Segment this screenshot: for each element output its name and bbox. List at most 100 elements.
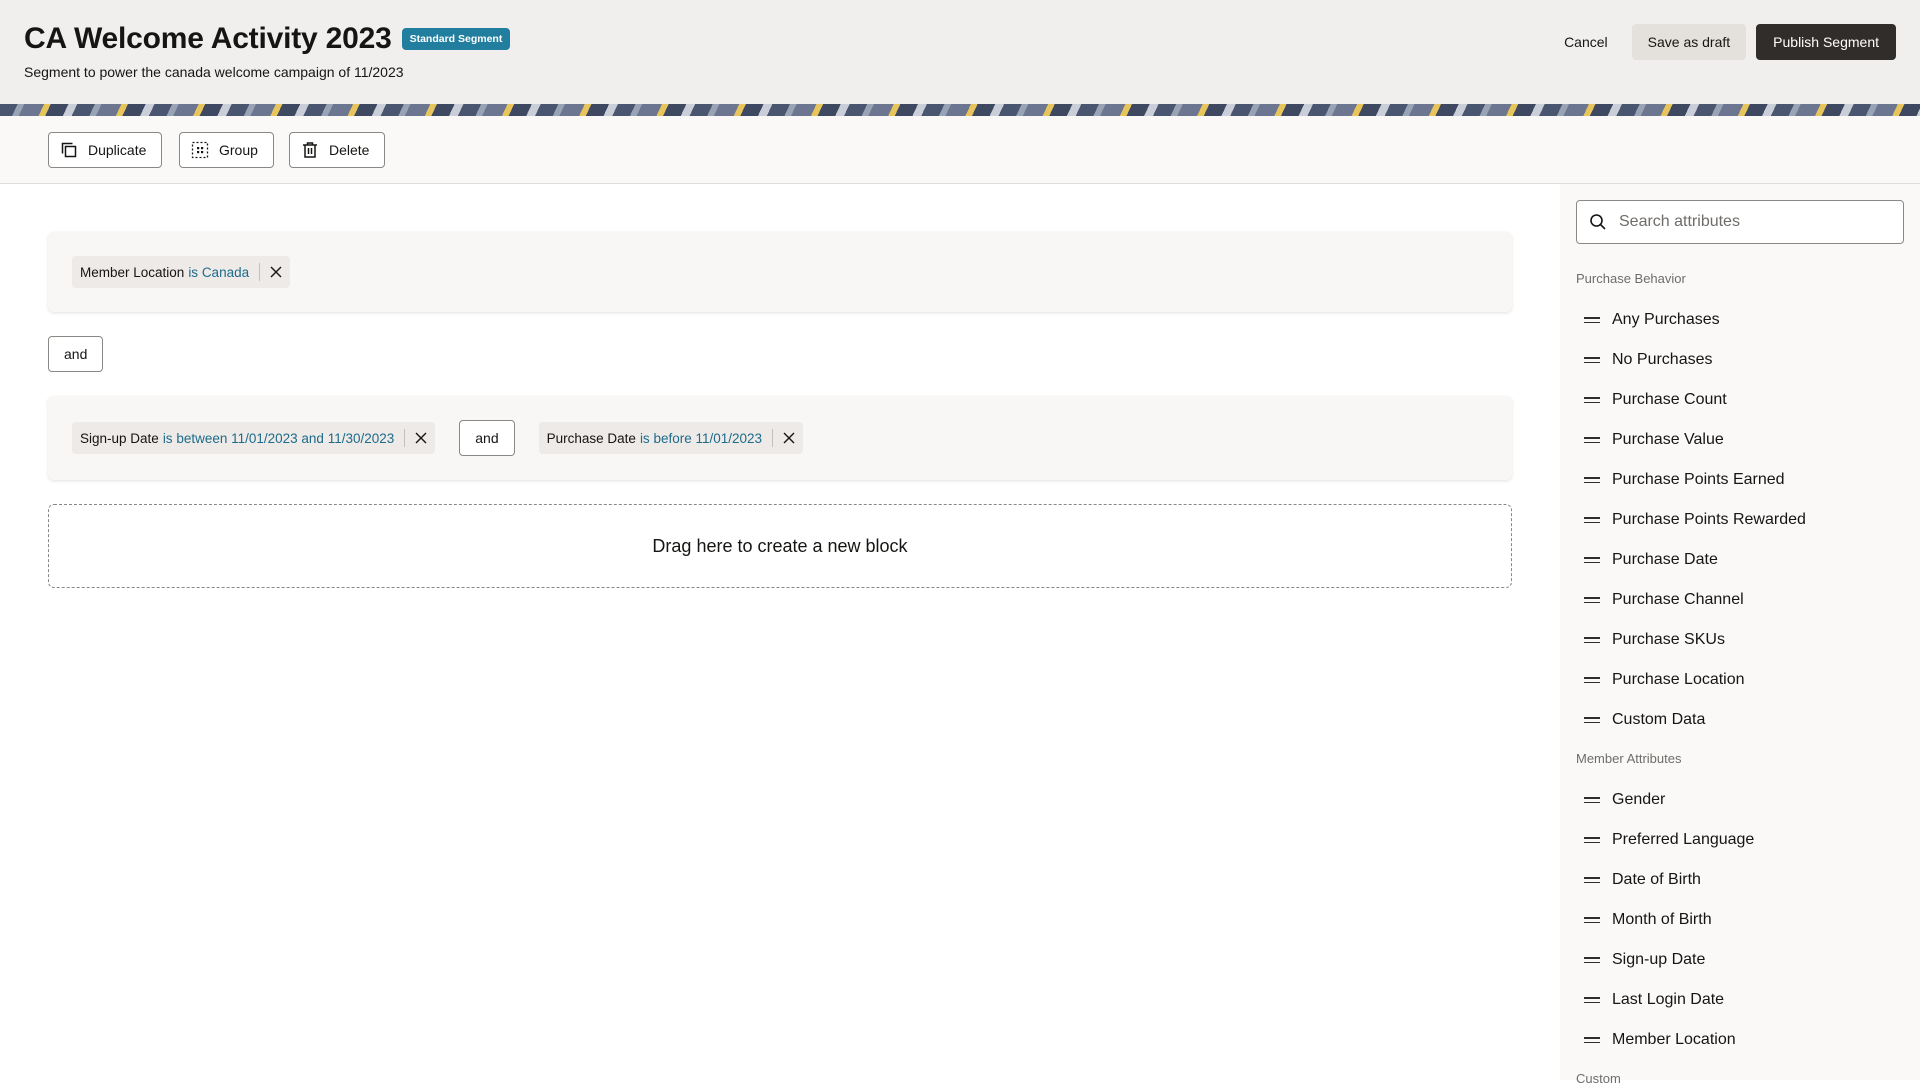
drag-handle-icon[interactable] [1584, 996, 1600, 1004]
attribute-label: Month of Birth [1612, 911, 1712, 928]
drag-handle-icon[interactable] [1584, 916, 1600, 924]
chip-condition[interactable]: is before 11/01/2023 [640, 431, 762, 446]
attribute-label: Purchase Value [1612, 431, 1724, 448]
attribute-label: Purchase Count [1612, 391, 1727, 408]
attribute-label: Purchase Location [1612, 671, 1745, 688]
drag-handle-icon[interactable] [1584, 716, 1600, 724]
attribute-label: Purchase Channel [1612, 591, 1744, 608]
attribute-label: Custom Data [1612, 711, 1706, 728]
chip-condition[interactable]: is between 11/01/2023 and 11/30/2023 [163, 431, 394, 446]
section-title-member-attributes: Member Attributes [1576, 751, 1682, 766]
attribute-label: Purchase Points Earned [1612, 471, 1785, 488]
attribute-item[interactable]: Date of Birth [1584, 860, 1701, 900]
condition-block[interactable]: Sign-up Date is between 11/01/2023 and 1… [48, 396, 1512, 480]
duplicate-button[interactable]: Duplicate [48, 132, 163, 168]
attribute-item[interactable]: Purchase Date [1584, 540, 1718, 580]
attribute-item[interactable]: Purchase Value [1584, 420, 1724, 460]
drag-handle-icon[interactable] [1584, 516, 1600, 524]
attribute-label: Date of Birth [1612, 871, 1701, 888]
attribute-item[interactable]: Custom Data [1584, 700, 1705, 740]
attribute-item[interactable]: Sign-up Date [1584, 940, 1705, 980]
attribute-item[interactable]: Member Location [1584, 1020, 1736, 1060]
section-title-purchase-behavior: Purchase Behavior [1576, 271, 1686, 286]
block-operator-button[interactable]: and [48, 336, 104, 372]
attribute-label: Sign-up Date [1612, 951, 1706, 968]
attribute-item[interactable]: Purchase Points Earned [1584, 460, 1785, 500]
page-subtitle: Segment to power the canada welcome camp… [24, 64, 404, 80]
drag-handle-icon[interactable] [1584, 396, 1600, 404]
search-icon [1590, 214, 1606, 230]
drag-handle-icon[interactable] [1584, 876, 1600, 884]
attribute-label: No Purchases [1612, 351, 1713, 368]
group-label: Group [219, 142, 258, 158]
title-row: CA Welcome Activity 2023 Standard Segmen… [24, 22, 511, 56]
attribute-item[interactable]: Any Purchases [1584, 300, 1720, 340]
chip-condition[interactable]: is Canada [188, 265, 249, 280]
drag-handle-icon[interactable] [1584, 676, 1600, 684]
attribute-item[interactable]: Purchase SKUs [1584, 620, 1725, 660]
drag-handle-icon[interactable] [1584, 836, 1600, 844]
attribute-item[interactable]: Preferred Language [1584, 820, 1754, 860]
drag-handle-icon[interactable] [1584, 436, 1600, 444]
trash-icon [303, 142, 317, 158]
attribute-item[interactable]: Last Login Date [1584, 980, 1724, 1020]
header-actions: Cancel Save as draft Publish Segment [1550, 24, 1896, 60]
delete-button[interactable]: Delete [289, 132, 386, 168]
drag-handle-icon[interactable] [1584, 316, 1600, 324]
segment-type-badge: Standard Segment [401, 28, 511, 50]
drag-handle-icon[interactable] [1584, 476, 1600, 484]
search-input[interactable] [1619, 213, 1889, 231]
chip-attribute: Sign-up Date [80, 430, 159, 446]
duplicate-label: Duplicate [88, 142, 147, 158]
chip-divider [259, 263, 261, 281]
drag-handle-icon[interactable] [1584, 356, 1600, 364]
attribute-label: Last Login Date [1612, 991, 1725, 1008]
attribute-label: Gender [1612, 791, 1666, 808]
drag-handle-icon[interactable] [1584, 556, 1600, 564]
group-icon [191, 141, 209, 159]
drag-handle-icon[interactable] [1584, 636, 1600, 644]
attribute-search[interactable] [1576, 200, 1904, 244]
drag-handle-icon[interactable] [1584, 796, 1600, 804]
duplicate-icon [61, 142, 77, 158]
decorative-pattern-strip [0, 104, 1920, 116]
attribute-label: Purchase SKUs [1612, 631, 1725, 648]
attribute-label: Member Location [1612, 1031, 1736, 1048]
canvas-toolbar: Duplicate Group Delete [0, 116, 1920, 184]
chip-divider [772, 429, 774, 447]
publish-segment-button[interactable]: Publish Segment [1756, 24, 1896, 60]
attribute-item[interactable]: Purchase Channel [1584, 580, 1744, 620]
drag-handle-icon[interactable] [1584, 956, 1600, 964]
attribute-label: Purchase Points Rewarded [1612, 511, 1806, 528]
attribute-item[interactable]: Gender [1584, 780, 1665, 820]
delete-label: Delete [329, 142, 370, 158]
drag-handle-icon[interactable] [1584, 1036, 1600, 1044]
attribute-item[interactable]: Purchase Location [1584, 660, 1745, 700]
chip-attribute: Purchase Date [546, 430, 636, 446]
chip-operator-button[interactable]: and [459, 420, 515, 456]
condition-block[interactable]: Member Location is Canada [48, 232, 1512, 312]
attribute-item[interactable]: No Purchases [1584, 340, 1713, 380]
attribute-label: Any Purchases [1612, 311, 1720, 328]
new-block-dropzone[interactable]: Drag here to create a new block [48, 504, 1512, 588]
save-as-draft-button[interactable]: Save as draft [1631, 24, 1747, 60]
condition-chip[interactable]: Member Location is Canada [72, 256, 291, 288]
page-title: CA Welcome Activity 2023 [24, 22, 392, 55]
close-icon[interactable] [783, 432, 795, 444]
close-icon[interactable] [270, 266, 282, 278]
condition-chip[interactable]: Purchase Date is before 11/01/2023 [538, 422, 804, 454]
attributes-sidebar: Purchase Behavior Any Purchases No Purch… [1560, 184, 1920, 1086]
drag-handle-icon[interactable] [1584, 596, 1600, 604]
close-icon[interactable] [415, 432, 427, 444]
cancel-button[interactable]: Cancel [1550, 24, 1622, 60]
attribute-item[interactable]: Purchase Count [1584, 380, 1727, 420]
group-button[interactable]: Group [179, 132, 274, 168]
attribute-item[interactable]: Purchase Points Rewarded [1584, 500, 1806, 540]
chip-attribute: Member Location [80, 264, 185, 280]
chip-divider [404, 429, 406, 447]
dropzone-label: Drag here to create a new block [652, 535, 908, 556]
attribute-item[interactable]: Month of Birth [1584, 900, 1712, 940]
page-header: CA Welcome Activity 2023 Standard Segmen… [0, 0, 1920, 104]
attribute-label: Preferred Language [1612, 831, 1755, 848]
condition-chip[interactable]: Sign-up Date is between 11/01/2023 and 1… [72, 422, 436, 454]
